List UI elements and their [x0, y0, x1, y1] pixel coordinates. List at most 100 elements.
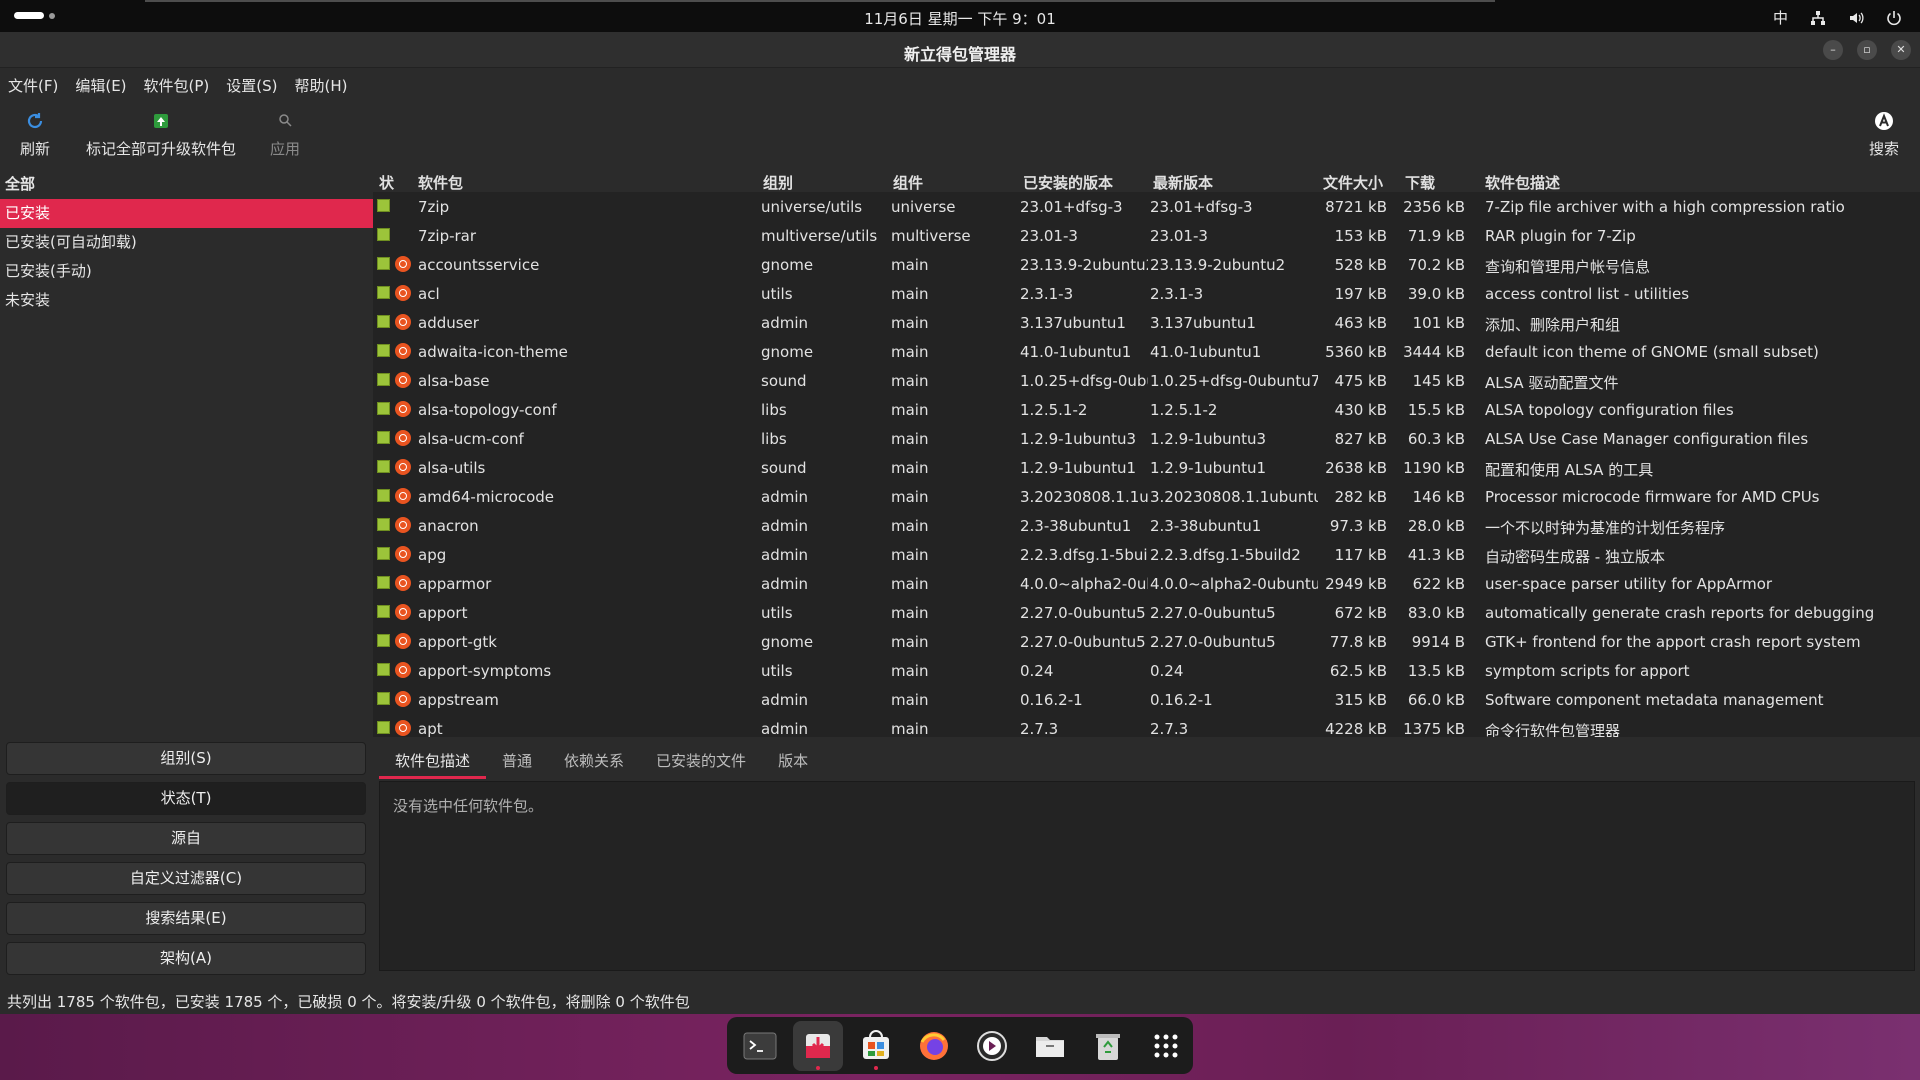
sidebar-item-installed-autoremovable[interactable]: 已安装(可自动卸载) — [0, 228, 373, 257]
table-row[interactable]: alsa-base sound main 1.0.25+dfsg-0ubuntu71.… — [373, 366, 1920, 395]
table-row[interactable]: acl utils main 2.3.1-3 2.3.1-3 197 kB 39.0 kB a… — [373, 279, 1920, 308]
table-row[interactable]: anacron admin main 2.3-38ubuntu1 2.3-38ubunt… — [373, 511, 1920, 540]
dock-media-player[interactable] — [967, 1021, 1017, 1071]
dock-software-store[interactable] — [851, 1021, 901, 1071]
refresh-label: 刷新 — [20, 140, 51, 158]
dock-package-manager[interactable] — [793, 1020, 843, 1071]
table-row[interactable]: appstream admin main 0.16.2-1 0.16.2-1 315 kB… — [373, 685, 1920, 714]
table-row[interactable]: 7zip universe/utils universe 23.01+dfsg-3 23… — [373, 192, 1920, 221]
menu-edit[interactable]: 编辑(E) — [75, 75, 126, 96]
col-size[interactable]: 文件大小 — [1323, 172, 1383, 193]
menu-package[interactable]: 软件包(P) — [144, 75, 210, 96]
installed-status-icon[interactable] — [377, 460, 390, 473]
tab-description[interactable]: 软件包描述 — [379, 737, 487, 779]
table-row[interactable]: alsa-ucm-conf libs main 1.2.9-1ubuntu3 1.2.9… — [373, 424, 1920, 453]
network-icon[interactable] — [1810, 10, 1826, 26]
maximize-button[interactable]: ▫ — [1857, 40, 1877, 60]
dock-terminal[interactable] — [735, 1021, 785, 1071]
dock-trash[interactable] — [1083, 1021, 1133, 1071]
table-row[interactable]: apport-gtk gnome main 2.27.0-0ubuntu5 2.27.0… — [373, 627, 1920, 656]
col-latest-version[interactable]: 最新版本 — [1153, 172, 1213, 193]
installed-status-icon[interactable] — [377, 257, 390, 270]
window-title-bar[interactable]: 新立得包管理器 – ▫ ✕ — [0, 32, 1920, 68]
menu-help[interactable]: 帮助(H) — [295, 75, 348, 96]
dock-app-grid[interactable] — [1141, 1021, 1191, 1071]
installed-status-icon[interactable] — [377, 315, 390, 328]
cell-group: libs — [761, 401, 787, 419]
col-package[interactable]: 软件包 — [418, 172, 463, 193]
col-component[interactable]: 组件 — [893, 172, 923, 193]
tab-versions[interactable]: 版本 — [762, 737, 824, 779]
sidebar-item-all[interactable]: 全部 — [0, 170, 373, 199]
table-row[interactable]: apt admin main 2.7.3 2.7.3 4228 kB 1375 kB 命令行软… — [373, 714, 1920, 737]
table-row[interactable]: accountsservice gnome main 23.13.9-2ubuntu2… — [373, 250, 1920, 279]
installed-status-icon[interactable] — [377, 489, 390, 502]
search-button[interactable]: 搜索 — [1866, 110, 1902, 159]
custom-filters-button[interactable]: 自定义过滤器(C) — [6, 862, 366, 895]
installed-status-icon[interactable] — [377, 199, 390, 212]
architecture-button[interactable]: 架构(A) — [6, 942, 366, 975]
tab-dependencies[interactable]: 依赖关系 — [548, 737, 640, 779]
sidebar-item-installed-manual[interactable]: 已安装(手动) — [0, 257, 373, 286]
tab-installed-files[interactable]: 已安装的文件 — [640, 737, 762, 779]
search-results-button[interactable]: 搜索结果(E) — [6, 902, 366, 935]
sidebar-item-installed[interactable]: 已安装 — [0, 199, 373, 228]
cell-desc: ALSA topology configuration files — [1485, 401, 1734, 419]
table-row[interactable]: alsa-utils sound main 1.2.9-1ubuntu1 1.2.9-1… — [373, 453, 1920, 482]
cell-desc: ALSA 驱动配置文件 — [1485, 374, 1619, 392]
dock-firefox[interactable] — [909, 1021, 959, 1071]
sections-button[interactable]: 组别(S) — [6, 742, 366, 775]
col-status[interactable]: 状 — [379, 172, 394, 193]
table-row[interactable]: apport utils main 2.27.0-0ubuntu5 2.27.0-0ub… — [373, 598, 1920, 627]
col-installed-version[interactable]: 已安装的版本 — [1023, 172, 1113, 193]
sidebar-item-not-installed[interactable]: 未安装 — [0, 286, 373, 315]
cell-name: appstream — [418, 691, 499, 709]
table-row[interactable]: apparmor admin main 4.0.0~alpha2-0ubuntu54.… — [373, 569, 1920, 598]
installed-status-icon[interactable] — [377, 344, 390, 357]
dock-file-manager[interactable] — [1025, 1021, 1075, 1071]
apply-button[interactable]: 应用 — [270, 110, 300, 159]
installed-status-icon[interactable] — [377, 605, 390, 618]
table-row[interactable]: apg admin main 2.2.3.dfsg.1-5build22.2.3.df… — [373, 540, 1920, 569]
input-method-indicator[interactable]: 中 — [1773, 7, 1788, 28]
system-tray[interactable]: 中 — [1773, 7, 1902, 28]
ubuntu-supported-icon — [395, 488, 411, 504]
installed-status-icon[interactable] — [377, 547, 390, 560]
package-list[interactable]: 状 软件包 组别 组件 已安装的版本 最新版本 文件大小 下载 软件包描述 7z… — [373, 170, 1920, 737]
minimize-button[interactable]: – — [1823, 40, 1843, 60]
installed-status-icon[interactable] — [377, 431, 390, 444]
menu-settings[interactable]: 设置(S) — [226, 75, 277, 96]
mark-all-upgrades-button[interactable]: 标记全部可升级软件包 — [85, 110, 237, 159]
col-section[interactable]: 组别 — [763, 172, 793, 193]
table-row[interactable]: adwaita-icon-theme gnome main 41.0-1ubuntu1… — [373, 337, 1920, 366]
installed-status-icon[interactable] — [377, 634, 390, 647]
installed-status-icon[interactable] — [377, 228, 390, 241]
table-row[interactable]: amd64-microcode admin main 3.20230808.1.1ub… — [373, 482, 1920, 511]
menu-file[interactable]: 文件(F) — [8, 75, 58, 96]
table-row[interactable]: 7zip-rar multiverse/utils multiverse 23.01-… — [373, 221, 1920, 250]
table-row[interactable]: adduser admin main 3.137ubuntu1 3.137ubuntu1… — [373, 308, 1920, 337]
tab-common[interactable]: 普通 — [486, 737, 548, 779]
table-row[interactable]: apport-symptoms utils main 0.24 0.24 62.5 kB 1… — [373, 656, 1920, 685]
table-row[interactable]: alsa-topology-conf libs main 1.2.5.1-2 1.2.5… — [373, 395, 1920, 424]
clock[interactable]: 11月6日 星期一 下午 9：01 — [0, 8, 1920, 29]
cell-desc: Software component metadata management — [1485, 691, 1824, 709]
installed-status-icon[interactable] — [377, 518, 390, 531]
col-description[interactable]: 软件包描述 — [1485, 172, 1560, 193]
cell-group: universe/utils — [761, 198, 863, 216]
installed-status-icon[interactable] — [377, 373, 390, 386]
installed-status-icon[interactable] — [377, 663, 390, 676]
close-button[interactable]: ✕ — [1891, 40, 1911, 60]
refresh-button[interactable]: 刷新 — [20, 110, 50, 159]
cell-installed: 1.2.9-1ubuntu3 — [1020, 430, 1137, 448]
installed-status-icon[interactable] — [377, 692, 390, 705]
installed-status-icon[interactable] — [377, 576, 390, 589]
origin-button[interactable]: 源自 — [6, 822, 366, 855]
installed-status-icon[interactable] — [377, 402, 390, 415]
installed-status-icon[interactable] — [377, 286, 390, 299]
col-download[interactable]: 下载 — [1405, 172, 1435, 193]
installed-status-icon[interactable] — [377, 721, 390, 734]
volume-icon[interactable] — [1848, 10, 1864, 26]
status-button[interactable]: 状态(T) — [6, 782, 366, 815]
power-icon[interactable] — [1886, 10, 1902, 26]
